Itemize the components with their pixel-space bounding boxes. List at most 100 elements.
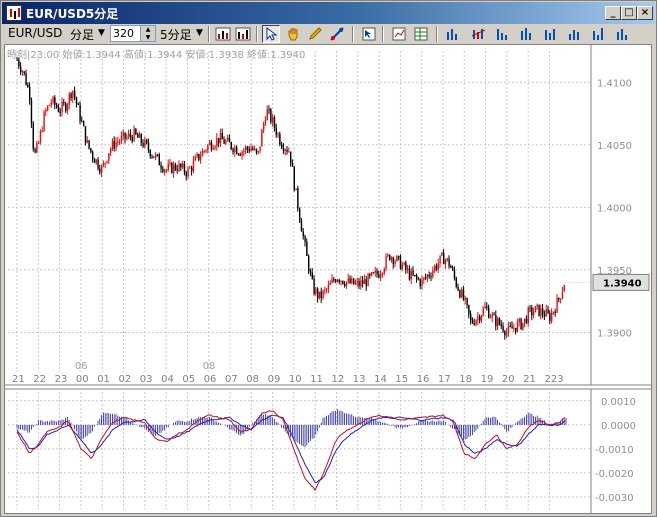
candle-body [461,289,463,298]
candle-body [198,153,200,160]
candle-body [371,272,373,276]
candle-body [243,150,245,152]
indicator-c-icon[interactable] [566,25,584,43]
chart-app-icon [6,5,22,21]
candle-body [509,325,511,327]
candle-body [480,315,483,321]
candle-body [540,308,542,316]
maximize-button[interactable]: □ [621,6,637,20]
candle-body [279,133,281,145]
bid-button[interactable] [214,25,232,43]
indicator-volume-icon[interactable] [494,25,512,43]
chart-area[interactable]: 1.4100 1.4050 1.4000 1.3950 1.3900 0.0010 0.00… [4,44,652,514]
candle-body [210,142,213,150]
candle-body [432,270,434,277]
candle-body [281,144,283,148]
time-axis-label: 00 [76,374,89,385]
ask-button[interactable] [234,25,252,43]
candle-body [459,290,461,298]
candle-body [351,278,353,284]
candle-body [547,309,549,314]
candle-body [363,279,366,284]
candle-body [376,270,378,275]
candle-body [144,139,146,147]
candle-body [313,278,315,295]
minimize-button[interactable]: _ [605,6,621,20]
candle-body [491,314,493,318]
select-object-icon[interactable] [360,25,378,43]
price-axis-label: 1.4000 [597,203,632,214]
indicator-d-icon[interactable] [590,25,608,43]
candle-body [308,255,310,272]
candle-body [493,314,495,316]
candle-body [75,97,78,104]
indicator-bar-icon[interactable] [444,25,462,43]
candle-body [266,109,268,121]
candle-body [108,153,110,161]
candle-body [120,135,123,142]
candle-body [140,134,142,143]
candle-body [122,132,124,136]
candle-body [542,308,544,315]
chevron-down-icon[interactable]: ▼ [98,28,105,38]
hand-pan-icon[interactable] [284,25,302,43]
indicator-e-icon[interactable] [614,25,632,43]
candle-body [428,274,430,277]
indicator-candle-icon[interactable] [470,25,488,43]
candle-body [421,279,423,287]
candle-body [20,66,22,73]
pencil-draw-icon[interactable] [306,25,324,43]
candle-body [223,139,225,144]
time-axis-label: 17 [438,374,451,385]
candle-body [32,123,34,149]
price-chart-svg[interactable]: 1.41001.40501.40001.39501.39000.00100.00… [5,45,651,513]
chevron-down-icon[interactable]: ▼ [196,28,203,38]
time-axis-label: 08 [246,374,259,385]
candle-body [196,153,198,157]
candle-body [405,262,407,270]
cursor-pointer-icon[interactable] [262,25,280,43]
close-button[interactable]: × [637,6,653,20]
candle-body [61,102,63,113]
candle-body [180,163,182,168]
timeframe-dropdown[interactable]: 5分足 [160,26,192,43]
candle-body [261,130,263,147]
candle-body [153,156,155,158]
chart-window: EUR/USD5分足 _ □ × EUR/USD 分足 ▼ ▲▼ 5分足 ▼ [0,0,657,517]
candle-body [214,146,216,149]
candle-body [383,268,385,274]
bar-count-spinner[interactable]: ▲ ▼ [140,25,156,42]
candle-body [516,321,519,332]
candle-body [167,164,169,170]
candle-body [525,318,528,324]
candle-body [338,279,340,282]
period-type-dropdown[interactable]: 分足 [70,26,94,43]
candle-body [162,168,164,172]
candle-body [234,147,236,153]
candle-body [297,188,299,209]
chart-settings-icon[interactable] [390,25,408,43]
candle-body [133,128,135,142]
candle-body [252,147,254,150]
candle-body [291,162,294,167]
toolbar: EUR/USD 分足 ▼ ▲▼ 5分足 ▼ [2,24,655,44]
candle-body [552,311,555,313]
candle-body [531,307,533,316]
candle-body [471,319,474,324]
candle-body [295,188,297,191]
candle-body [34,148,36,153]
indicator-a-icon[interactable] [518,25,536,43]
title-bar[interactable]: EUR/USD5分足 _ □ × [2,2,655,24]
candle-body [522,322,524,330]
price-axis-label: 1.4050 [597,141,632,152]
candle-body [423,277,425,280]
data-table-icon[interactable] [412,25,430,43]
candle-body [257,151,259,153]
candle-body [68,93,70,105]
candle-body [176,169,178,171]
candle-body [113,140,115,149]
line-tool-icon[interactable] [328,25,346,43]
indicator-b-icon[interactable] [542,25,560,43]
candle-body [219,132,222,144]
candle-body [245,147,247,151]
